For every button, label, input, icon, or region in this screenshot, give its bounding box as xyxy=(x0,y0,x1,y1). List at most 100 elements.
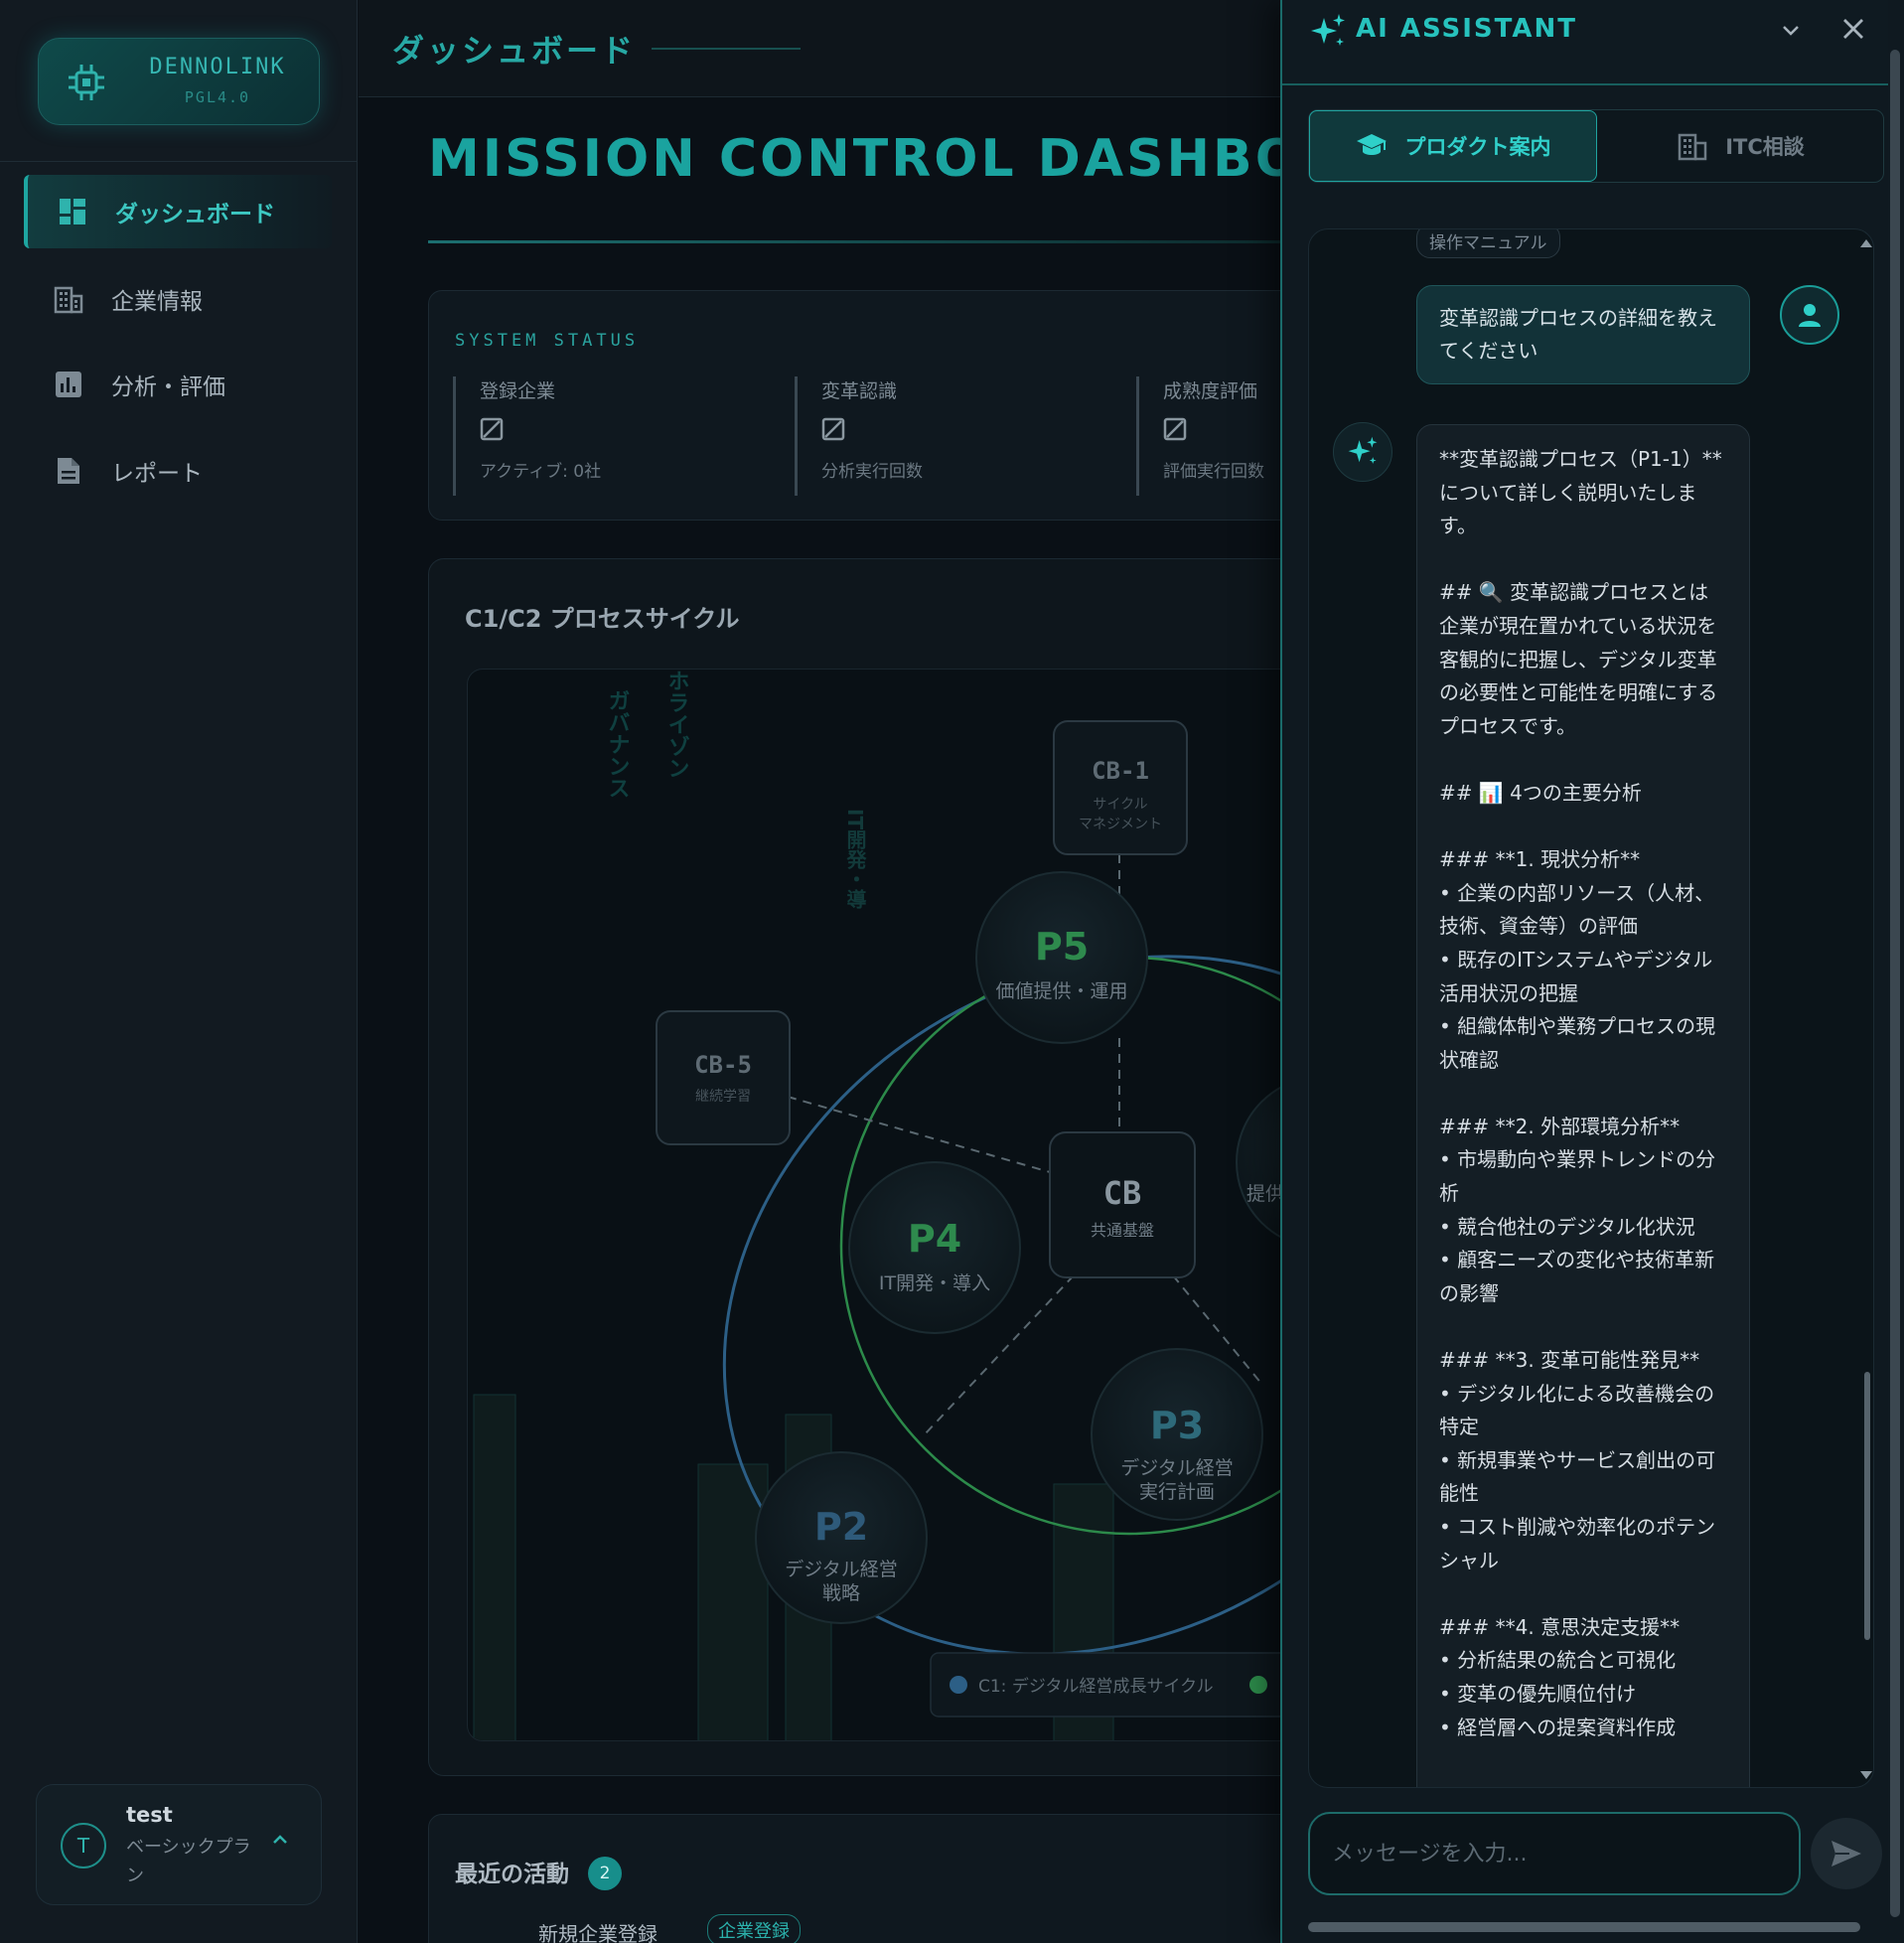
node-code: CB-5 xyxy=(694,1051,752,1079)
divider xyxy=(652,48,801,50)
node-label: 価値提供・運用 xyxy=(995,980,1127,1002)
user-icon xyxy=(1780,285,1839,345)
node-label: デジタル経営 xyxy=(785,1559,898,1580)
send-icon xyxy=(1831,1841,1861,1867)
chat-scrollbar[interactable] xyxy=(1864,1372,1870,1640)
stat-title: 成熟度評価 xyxy=(1163,380,1258,402)
assistant-message: **変革認識プロセス（P1-1）**について詳しく説明いたします。 ## 🔍 変… xyxy=(1416,424,1750,1787)
vertical-label: IT開発・導 xyxy=(843,809,867,909)
hero-title: MISSION CONTROL DASHBOARD xyxy=(428,129,1282,189)
main-content: ダッシュボード MISSION CONTROL DASHBOARD SYSTEM… xyxy=(359,0,1282,1943)
sidebar-item-label: レポート xyxy=(111,461,203,487)
graduation-cap-icon xyxy=(1356,132,1388,160)
tab-itc-consult[interactable]: ITC相談 xyxy=(1597,110,1885,182)
cycle-svg: ガバナンス ホライゾン IT開発・導 CB-1 サイクル マネジメント CB-5… xyxy=(473,670,1282,1740)
empty-value-icon xyxy=(1163,417,1187,441)
stat-title: 変革認識 xyxy=(821,380,898,402)
node-label: 継続学習 xyxy=(695,1088,751,1105)
panel-scrollbar[interactable] xyxy=(1890,50,1900,1917)
vertical-label: ホライゾン xyxy=(664,670,689,779)
chart-icon xyxy=(54,370,83,399)
brand-name: DENNOLINK xyxy=(149,55,286,79)
chip-icon xyxy=(69,65,104,100)
chevron-down-icon[interactable] xyxy=(1779,18,1803,42)
activity-item-title[interactable]: 新規企業登録 xyxy=(538,1918,658,1943)
divider xyxy=(428,240,1282,243)
user-plan: ベーシックプラン xyxy=(126,1837,251,1886)
user-name: test xyxy=(126,1803,173,1827)
tab-product-guide[interactable]: プロダクト案内 xyxy=(1309,110,1597,182)
process-cycle-card: C1/C2 プロセスサイクル ガバナンス ホライゾン IT開発・導 CB-1 サ… xyxy=(428,558,1282,1776)
chat-log[interactable]: 操作マニュアル 変革認識プロセスの詳細を教えてください **変革認識プロセス（P… xyxy=(1308,228,1874,1788)
assistant-title: AI ASSISTANT xyxy=(1356,14,1577,44)
empty-value-icon xyxy=(480,417,504,441)
node-label: 提供 xyxy=(1246,1183,1282,1205)
sidebar-item-dashboard[interactable]: ダッシュボード xyxy=(24,175,332,248)
brand-logo[interactable]: DENNOLINK PGL4.0 xyxy=(38,38,320,125)
node-p3[interactable]: P3 デジタル経営 実行計画 xyxy=(1091,1348,1263,1521)
sidebar-item-report[interactable]: レポート xyxy=(24,434,332,508)
user-message: 変革認識プロセスの詳細を教えてください xyxy=(1416,285,1750,384)
stat-transformation: 変革認識 分析実行回数 xyxy=(795,376,923,496)
node-p5[interactable]: P5 価値提供・運用 xyxy=(975,871,1148,1044)
node-label: マネジメント xyxy=(1079,817,1162,832)
sidebar-item-label: 分析・評価 xyxy=(111,374,225,400)
user-menu[interactable]: T test ベーシックプラン xyxy=(36,1784,322,1905)
tab-label: プロダクト案内 xyxy=(1404,135,1551,159)
manual-tag[interactable]: 操作マニュアル xyxy=(1416,229,1560,258)
node-code: P5 xyxy=(1035,925,1089,969)
node-p4[interactable]: P4 IT開発・導入 xyxy=(848,1161,1021,1334)
assistant-tabs: プロダクト案内 ITC相談 xyxy=(1308,109,1884,183)
node-p2[interactable]: P2 デジタル経営 戦略 xyxy=(755,1451,928,1624)
node-label: 戦略 xyxy=(822,1582,860,1604)
assistant-header: AI ASSISTANT xyxy=(1282,0,1888,85)
node-code: P3 xyxy=(1150,1404,1204,1447)
scroll-down-icon[interactable] xyxy=(1859,1769,1873,1781)
cycle-title: C1/C2 プロセスサイクル xyxy=(465,605,740,633)
cycle-legend: C1: デジタル経営成長サイクル xyxy=(930,1652,1282,1718)
activity-title: 最近の活動 xyxy=(455,1862,569,1887)
sidebar-item-label: ダッシュボード xyxy=(115,202,275,227)
close-icon[interactable] xyxy=(1838,14,1868,44)
scroll-up-icon[interactable] xyxy=(1859,237,1873,249)
activity-tag: 企業登録 xyxy=(707,1914,801,1943)
node-label: デジタル経営 xyxy=(1120,1457,1234,1479)
node-code: CB xyxy=(1103,1174,1142,1212)
status-label: SYSTEM STATUS xyxy=(455,331,640,351)
node-cb5[interactable]: CB-5 継続学習 xyxy=(656,1010,791,1145)
sidebar-item-analysis[interactable]: 分析・評価 xyxy=(24,348,332,421)
sidebar-item-company[interactable]: 企業情報 xyxy=(24,262,332,336)
building-icon xyxy=(54,284,83,314)
stat-title: 登録企業 xyxy=(480,380,556,402)
sidebar-item-label: 企業情報 xyxy=(111,289,203,315)
stat-companies: 登録企業 アクティブ: 0社 xyxy=(453,376,601,496)
node-code: P2 xyxy=(814,1505,868,1549)
brand-version: PGL4.0 xyxy=(184,88,251,106)
topbar: ダッシュボード xyxy=(359,0,1282,97)
node-p1[interactable]: 提供 xyxy=(1236,1077,1282,1248)
node-code: P4 xyxy=(908,1217,961,1261)
node-cb1[interactable]: CB-1 サイクル マネジメント xyxy=(1053,720,1188,855)
legend-label: C1: デジタル経営成長サイクル xyxy=(978,1676,1214,1697)
send-button[interactable] xyxy=(1811,1818,1882,1889)
message-input[interactable] xyxy=(1310,1814,1799,1893)
ai-assistant-panel: AI ASSISTANT プロダクト案内 ITC相談 操作マニュアル 変革認識プ… xyxy=(1280,0,1904,1943)
tab-label: ITC相談 xyxy=(1725,135,1805,159)
page-title: ダッシュボード xyxy=(392,32,637,70)
empty-value-icon xyxy=(821,417,845,441)
node-code: CB-1 xyxy=(1092,757,1149,785)
node-label: サイクル xyxy=(1093,797,1147,813)
message-input-container xyxy=(1308,1812,1801,1895)
stat-sub: 評価実行回数 xyxy=(1163,462,1264,482)
cycle-diagram: ガバナンス ホライゾン IT開発・導 CB-1 サイクル マネジメント CB-5… xyxy=(467,669,1282,1741)
system-status-card: SYSTEM STATUS 登録企業 アクティブ: 0社 変革認識 分析実行回数… xyxy=(428,290,1282,521)
stat-sub: 分析実行回数 xyxy=(821,462,923,482)
building-icon xyxy=(1678,131,1707,161)
count-badge: 2 xyxy=(588,1857,622,1890)
node-label: 共通基盤 xyxy=(1091,1221,1154,1240)
chevron-up-icon[interactable] xyxy=(271,1831,289,1849)
horizontal-scrollbar[interactable] xyxy=(1308,1922,1860,1932)
stat-sub: アクティブ: 0社 xyxy=(480,462,602,482)
assistant-avatar-sparkle-icon xyxy=(1333,422,1392,482)
node-cb[interactable]: CB 共通基盤 xyxy=(1049,1131,1196,1278)
